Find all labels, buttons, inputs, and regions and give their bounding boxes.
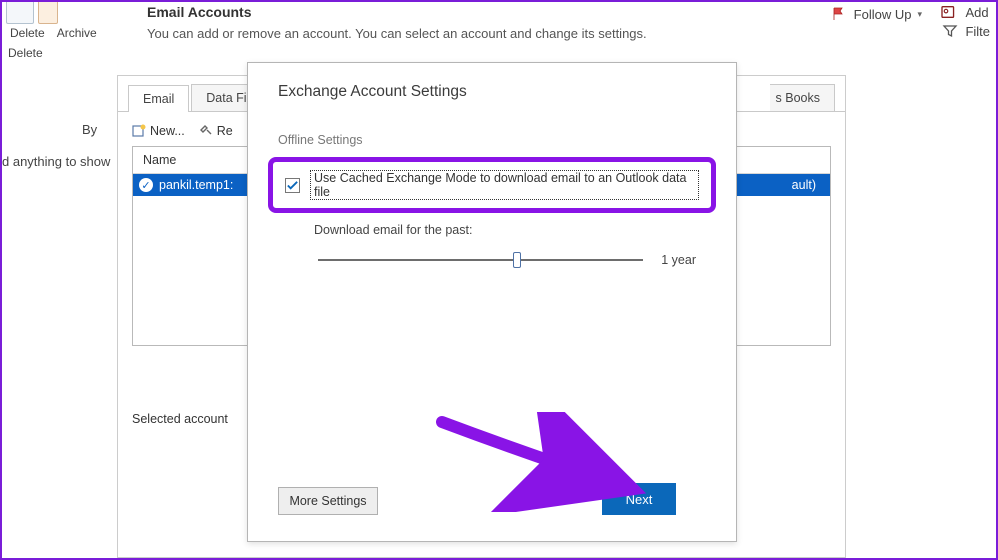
next-button[interactable]: Next	[602, 483, 676, 515]
exchange-title: Exchange Account Settings	[248, 63, 736, 109]
repair-account-button[interactable]: Re	[199, 124, 233, 138]
check-circle-icon: ✓	[139, 178, 153, 192]
download-past-value: 1 year	[661, 253, 696, 267]
funnel-icon	[941, 23, 959, 39]
email-accounts-title: Email Accounts	[147, 4, 647, 20]
download-past-slider-row: 1 year	[318, 253, 696, 267]
archive-button[interactable]	[38, 0, 58, 24]
nothing-to-show-label: d anything to show	[2, 154, 110, 169]
add-label: Add	[965, 5, 988, 20]
download-past-slider[interactable]	[318, 259, 643, 261]
email-accounts-subtitle: You can add or remove an account. You ca…	[147, 26, 647, 41]
more-settings-button[interactable]: More Settings	[278, 487, 378, 515]
exchange-settings-dialog: Exchange Account Settings Offline Settin…	[247, 62, 737, 542]
cached-mode-checkbox[interactable]	[285, 178, 300, 193]
checkmark-icon	[286, 179, 299, 192]
cached-mode-highlight: Use Cached Exchange Mode to download ema…	[268, 157, 716, 213]
ribbon-left-labels: Delete Archive	[6, 26, 97, 40]
add-contact-icon	[941, 4, 959, 20]
by-label: By	[82, 122, 97, 137]
download-past-label: Download email for the past:	[248, 213, 736, 237]
email-accounts-header: Email Accounts You can add or remove an …	[147, 4, 647, 41]
ribbon-right: Add Follow Up ▾ Filte	[941, 4, 990, 39]
new-account-button[interactable]: New...	[132, 124, 185, 138]
ribbon-group-delete: Delete	[8, 46, 43, 60]
slider-track	[318, 259, 643, 261]
selected-account-label: Selected account	[132, 412, 228, 426]
tab-address-books[interactable]: s Books	[770, 84, 835, 111]
follow-up-menu[interactable]: Follow Up ▾	[830, 6, 922, 22]
delete-button[interactable]	[6, 0, 34, 24]
tab-email[interactable]: Email	[128, 85, 189, 112]
chevron-down-icon: ▾	[917, 9, 922, 20]
new-label: New...	[150, 124, 185, 138]
new-icon	[132, 124, 146, 138]
ribbon-left-buttons	[6, 0, 58, 24]
repair-label: Re	[217, 124, 233, 138]
account-row-name: pankil.temp1:	[159, 178, 233, 192]
archive-label: Archive	[57, 26, 97, 40]
offline-settings-label: Offline Settings	[248, 109, 736, 153]
account-row-suffix: ault)	[792, 178, 824, 192]
filter-label: Filte	[965, 24, 990, 39]
flag-icon	[830, 6, 848, 22]
slider-thumb[interactable]	[513, 252, 521, 268]
follow-up-label: Follow Up	[854, 7, 912, 22]
app-window: Delete Archive Delete Add Follow Up ▾ Fi…	[0, 0, 998, 560]
delete-label: Delete	[10, 26, 45, 40]
repair-icon	[199, 124, 213, 138]
archive-icon	[38, 0, 58, 24]
filter-button[interactable]: Filte	[941, 23, 990, 39]
add-button[interactable]: Add	[941, 4, 990, 20]
cached-mode-label: Use Cached Exchange Mode to download ema…	[310, 170, 699, 200]
delete-icon	[6, 0, 34, 24]
